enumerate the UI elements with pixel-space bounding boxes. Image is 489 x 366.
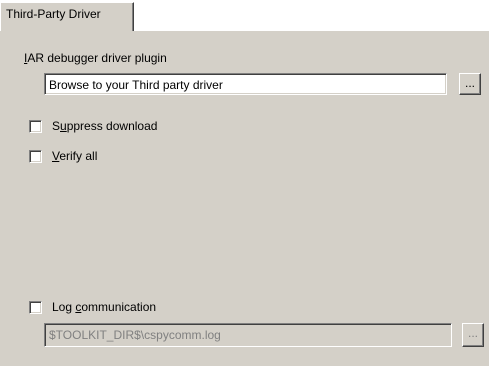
options-dialog: Third-Party Driver IAR debugger driver p… <box>0 0 489 366</box>
log-browse-button[interactable]: ... <box>462 323 484 347</box>
verify-all-label[interactable]: Verify all <box>52 149 97 163</box>
log-communication-text-post: ommunication <box>81 300 157 314</box>
log-path-input[interactable]: $TOOLKIT_DIR$\cspycomm.log <box>44 323 452 347</box>
plugin-path-value: Browse to your Third party driver <box>49 78 223 92</box>
tab-panel: IAR debugger driver plugin Browse to you… <box>0 30 489 366</box>
suppress-download-text-pre: S <box>52 119 61 133</box>
suppress-download-checkbox[interactable] <box>29 120 42 133</box>
tab-label: Third-Party Driver <box>6 7 101 21</box>
log-path-value: $TOOLKIT_DIR$\cspycomm.log <box>49 328 221 342</box>
plugin-label: IAR debugger driver plugin <box>24 51 167 65</box>
verify-all-checkbox[interactable] <box>29 150 42 163</box>
log-communication-text-pre: Log <box>52 300 76 314</box>
plugin-label-text: AR debugger driver plugin <box>27 51 167 65</box>
log-communication-checkbox[interactable] <box>29 301 42 314</box>
suppress-download-text-post: ppress download <box>66 119 158 133</box>
tab-third-party-driver[interactable]: Third-Party Driver <box>0 2 134 31</box>
suppress-download-mnemonic: u <box>60 119 67 133</box>
log-communication-label[interactable]: Log communication <box>52 300 156 314</box>
verify-all-text: erify all <box>59 149 98 163</box>
plugin-path-input[interactable]: Browse to your Third party driver <box>44 73 447 95</box>
plugin-browse-button[interactable]: ... <box>459 73 481 95</box>
suppress-download-label[interactable]: Suppress download <box>52 119 157 133</box>
